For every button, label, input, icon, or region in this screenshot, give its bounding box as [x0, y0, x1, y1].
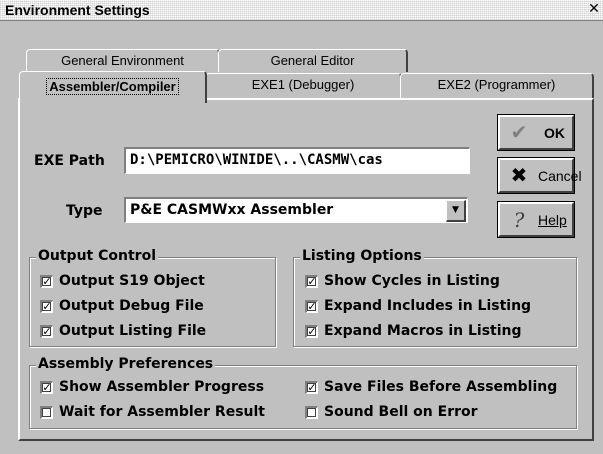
- output-control-title: Output Control: [36, 248, 158, 264]
- checkbox-box[interactable]: ✓: [40, 275, 53, 288]
- help-button[interactable]: ? Help: [497, 201, 575, 238]
- cancel-button-label: Cancel: [538, 168, 582, 184]
- tab-assembler-compiler-label: Assembler/Compiler: [46, 78, 179, 95]
- checkbox-box[interactable]: ✓: [40, 325, 53, 338]
- checkbox-label: Expand Macros in Listing: [324, 323, 522, 339]
- help-button-label: Help: [538, 212, 567, 228]
- tab-exe1-debugger[interactable]: EXE1 (Debugger): [205, 73, 402, 99]
- checkbox-box[interactable]: ✓: [305, 381, 318, 394]
- checkbox-box[interactable]: ✓: [40, 381, 53, 394]
- checkbox-box[interactable]: ✓: [305, 300, 318, 313]
- ok-button[interactable]: ✔ OK: [497, 114, 575, 151]
- tab-exe2-programmer[interactable]: EXE2 (Programmer): [400, 73, 594, 99]
- listing-options-group: Listing Options ✓ Show Cycles in Listing…: [293, 248, 577, 347]
- type-select-value: P&E CASMWxx Assembler: [130, 202, 334, 218]
- checkbox-label: Save Files Before Assembling: [324, 379, 558, 395]
- checkmark-icon: ✔: [510, 122, 528, 144]
- checkbox-label: Show Cycles in Listing: [324, 273, 500, 289]
- type-select[interactable]: P&E CASMWxx Assembler ▼: [124, 197, 468, 223]
- x-icon: ✖: [510, 165, 528, 187]
- checkbox-label: Expand Includes in Listing: [324, 298, 532, 314]
- checkbox-label: Sound Bell on Error: [324, 404, 478, 420]
- assembly-preferences-title: Assembly Preferences: [36, 356, 216, 372]
- assembly-preferences-group: Assembly Preferences ✓ Show Assembler Pr…: [29, 356, 577, 429]
- checkbox-box[interactable]: ✓: [305, 275, 318, 288]
- exe-path-label: EXE Path: [34, 153, 105, 169]
- checkbox-box[interactable]: ✓: [305, 325, 318, 338]
- title-bar[interactable]: Environment Settings ✕: [0, 0, 603, 21]
- question-icon: ?: [513, 208, 525, 232]
- ok-button-label: OK: [544, 125, 565, 141]
- checkbox-label: Wait for Assembler Result: [59, 404, 265, 420]
- checkbox-box[interactable]: ✓: [40, 300, 53, 313]
- type-label: Type: [66, 203, 103, 219]
- close-icon[interactable]: ✕: [587, 1, 601, 17]
- tab-assembler-compiler[interactable]: Assembler/Compiler: [19, 71, 207, 103]
- checkbox-label: Show Assembler Progress: [59, 379, 265, 395]
- listing-options-title: Listing Options: [300, 248, 424, 264]
- chevron-down-icon[interactable]: ▼: [446, 200, 466, 222]
- window-title: Environment Settings: [5, 2, 150, 18]
- exe-path-input[interactable]: D:\PEMICRO\WINIDE\..\CASMW\cas: [124, 147, 470, 174]
- environment-settings-window: Environment Settings ✕ General Environme…: [0, 0, 603, 454]
- output-control-group: Output Control ✓ Output S19 Object ✓ Out…: [29, 248, 276, 347]
- tab-general-editor[interactable]: General Editor: [218, 49, 408, 72]
- checkbox-label: Output Debug File: [59, 298, 204, 314]
- checkbox-label: Output Listing File: [59, 323, 207, 339]
- checkbox-label: Output S19 Object: [59, 273, 205, 289]
- cancel-button[interactable]: ✖ Cancel: [497, 157, 582, 194]
- tab-general-environment[interactable]: General Environment: [26, 49, 220, 72]
- checkbox-box[interactable]: [305, 406, 318, 419]
- assembler-compiler-panel: EXE Path D:\PEMICRO\WINIDE\..\CASMW\cas …: [18, 98, 594, 441]
- checkbox-box[interactable]: [40, 406, 53, 419]
